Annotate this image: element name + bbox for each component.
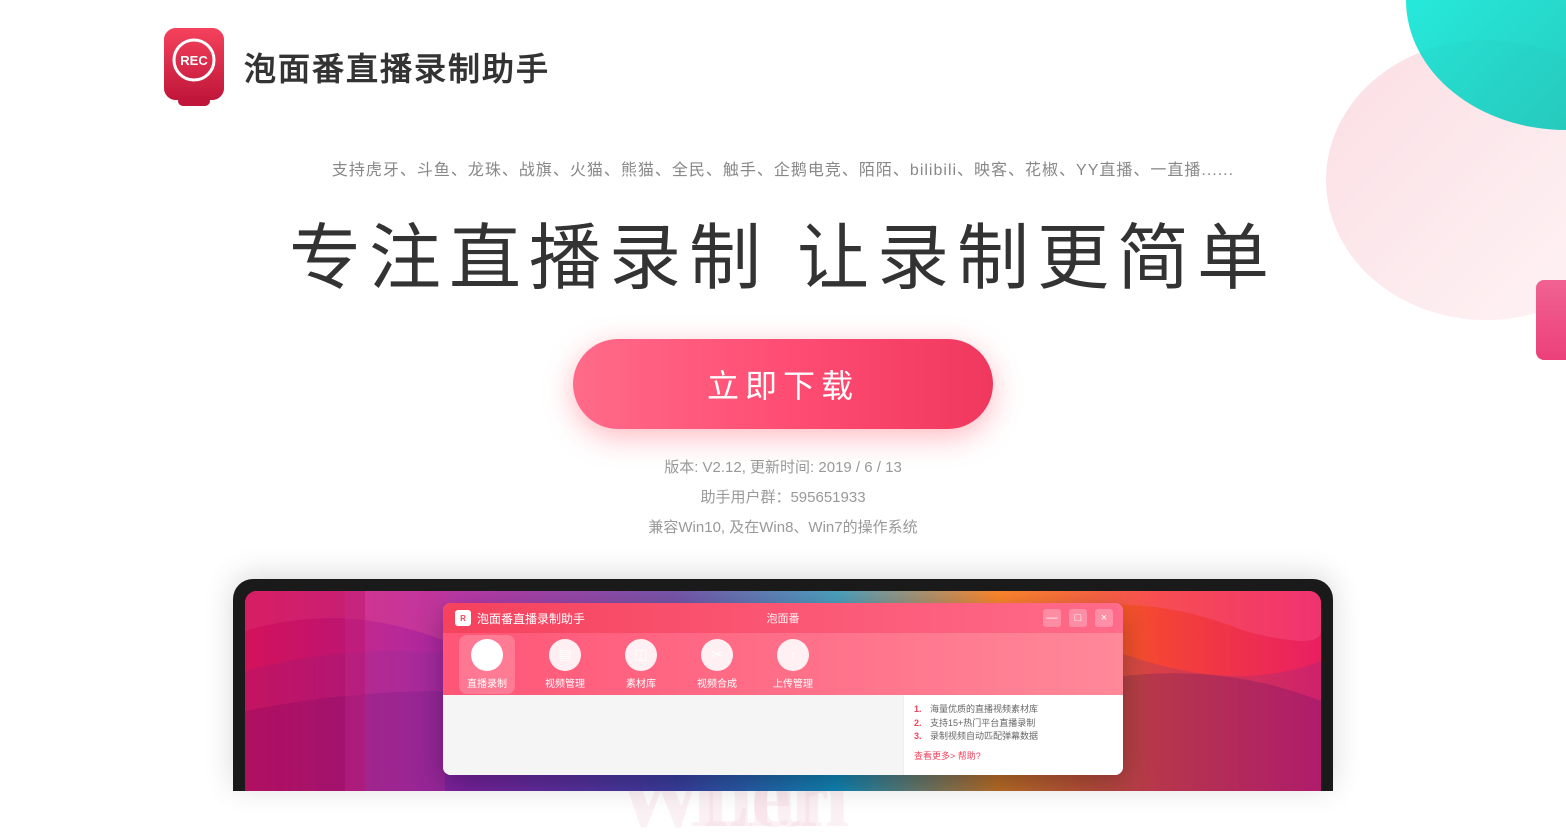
feature-2: 2. 支持15+热门平台直播录制 bbox=[914, 717, 1113, 731]
nav-item-record[interactable]: ▶ 直播录制 bbox=[459, 635, 515, 694]
svg-text:REC: REC bbox=[180, 53, 208, 68]
feature-3: 3. 录制视频自动匹配弹幕数据 bbox=[914, 730, 1113, 744]
feature-num-1: 1. bbox=[914, 703, 926, 717]
app-titlebar: R 泡面番直播录制助手 泡面番 — □ × bbox=[443, 603, 1123, 633]
laptop-screen: R 泡面番直播录制助手 泡面番 — □ × ▶ 直播录制 bbox=[245, 591, 1321, 791]
nav-compose-label: 视频合成 bbox=[697, 675, 737, 690]
hero-headline: 专注直播录制 让录制更简单 bbox=[0, 220, 1566, 299]
nav-item-compose[interactable]: ✂ 视频合成 bbox=[691, 639, 743, 690]
titlebar-logo: R bbox=[455, 610, 471, 626]
info-section: 版本: V2.12, 更新时间: 2019 / 6 / 13 助手用户群：595… bbox=[0, 453, 1566, 543]
content-left bbox=[443, 695, 903, 775]
nav-item-materials[interactable]: ◫ 素材库 bbox=[615, 639, 667, 690]
content-right: 1. 海量优质的直播视频素材库 2. 支持15+热门平台直播录制 3. 录制视频… bbox=[903, 695, 1123, 775]
app-logo: REC bbox=[160, 28, 228, 106]
nav-upload-label: 上传管理 bbox=[773, 675, 813, 690]
mockup-section: R 泡面番直播录制助手 泡面番 — □ × ▶ 直播录制 bbox=[0, 579, 1566, 791]
laptop-frame: R 泡面番直播录制助手 泡面番 — □ × ▶ 直播录制 bbox=[233, 579, 1333, 791]
titlebar-app-name: 泡面番直播录制助手 bbox=[477, 610, 585, 627]
hero-section: 专注直播录制 让录制更简单 bbox=[0, 220, 1566, 299]
feature-1: 1. 海量优质的直播视频素材库 bbox=[914, 703, 1113, 717]
close-button[interactable]: × bbox=[1095, 609, 1113, 627]
feature-text-2: 支持15+热门平台直播录制 bbox=[930, 717, 1035, 731]
subtitle-text: 支持虎牙、斗鱼、龙珠、战旗、火猫、熊猫、全民、触手、企鹅电竞、陌陌、bilibi… bbox=[0, 156, 1566, 180]
materials-icon: ◫ bbox=[625, 639, 657, 671]
app-content: 1. 海量优质的直播视频素材库 2. 支持15+热门平台直播录制 3. 录制视频… bbox=[443, 695, 1123, 775]
video-manage-icon: ▤ bbox=[549, 639, 581, 671]
nav-video-manage-label: 视频管理 bbox=[545, 675, 585, 690]
app-window: R 泡面番直播录制助手 泡面番 — □ × ▶ 直播录制 bbox=[443, 603, 1123, 775]
titlebar-brand: 泡面番 bbox=[767, 610, 800, 626]
nav-record-label: 直播录制 bbox=[467, 675, 507, 690]
download-section: 立即下载 bbox=[0, 339, 1566, 429]
maximize-button[interactable]: □ bbox=[1069, 609, 1087, 627]
user-group-info: 助手用户群：595651933 bbox=[0, 483, 1566, 513]
version-info: 版本: V2.12, 更新时间: 2019 / 6 / 13 bbox=[0, 453, 1566, 483]
feature-text-3: 录制视频自动匹配弹幕数据 bbox=[930, 730, 1038, 744]
app-title: 泡面番直播录制助手 bbox=[244, 44, 550, 90]
window-controls: — □ × bbox=[1043, 609, 1113, 627]
nav-item-video-manage[interactable]: ▤ 视频管理 bbox=[539, 639, 591, 690]
header: REC 泡面番直播录制助手 bbox=[0, 0, 1566, 126]
upload-icon: ↑ bbox=[777, 639, 809, 671]
compose-icon: ✂ bbox=[701, 639, 733, 671]
feature-num-3: 3. bbox=[914, 730, 926, 744]
record-icon: ▶ bbox=[471, 639, 503, 671]
compatibility-info: 兼容Win10, 及在Win8、Win7的操作系统 bbox=[0, 513, 1566, 543]
feature-text-1: 海量优质的直播视频素材库 bbox=[930, 703, 1038, 717]
download-button[interactable]: 立即下载 bbox=[573, 339, 993, 429]
app-navbar: ▶ 直播录制 ▤ 视频管理 ◫ 素材库 ✂ 视频合成 bbox=[443, 633, 1123, 695]
nav-item-upload[interactable]: ↑ 上传管理 bbox=[767, 639, 819, 690]
see-more-link[interactable]: 查看更多> 帮助? bbox=[914, 748, 1113, 764]
nav-materials-label: 素材库 bbox=[626, 675, 656, 690]
minimize-button[interactable]: — bbox=[1043, 609, 1061, 627]
feature-num-2: 2. bbox=[914, 717, 926, 731]
